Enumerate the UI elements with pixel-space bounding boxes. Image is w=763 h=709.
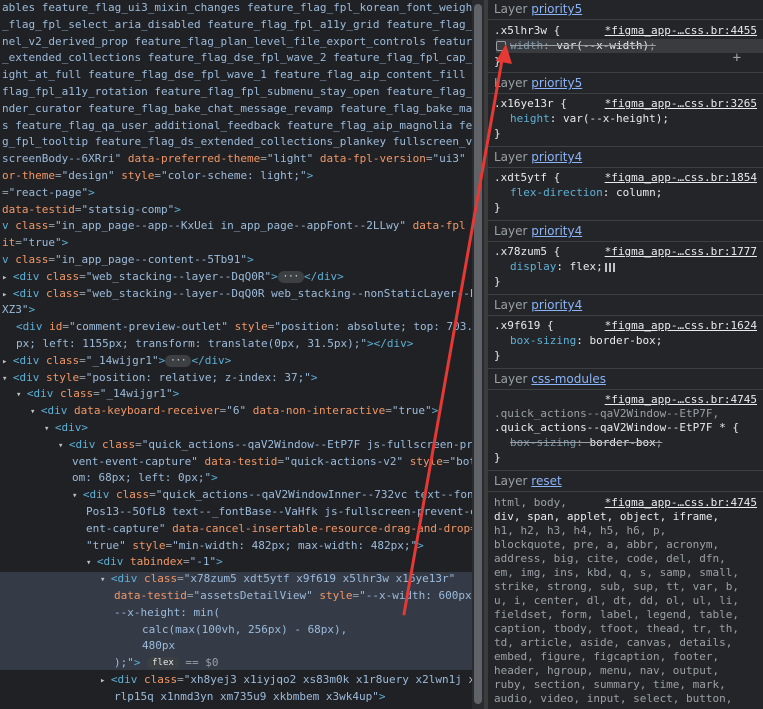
arrow-head: [496, 44, 512, 64]
annotation-arrow: [402, 44, 512, 616]
arrow-shaft: [402, 58, 504, 616]
